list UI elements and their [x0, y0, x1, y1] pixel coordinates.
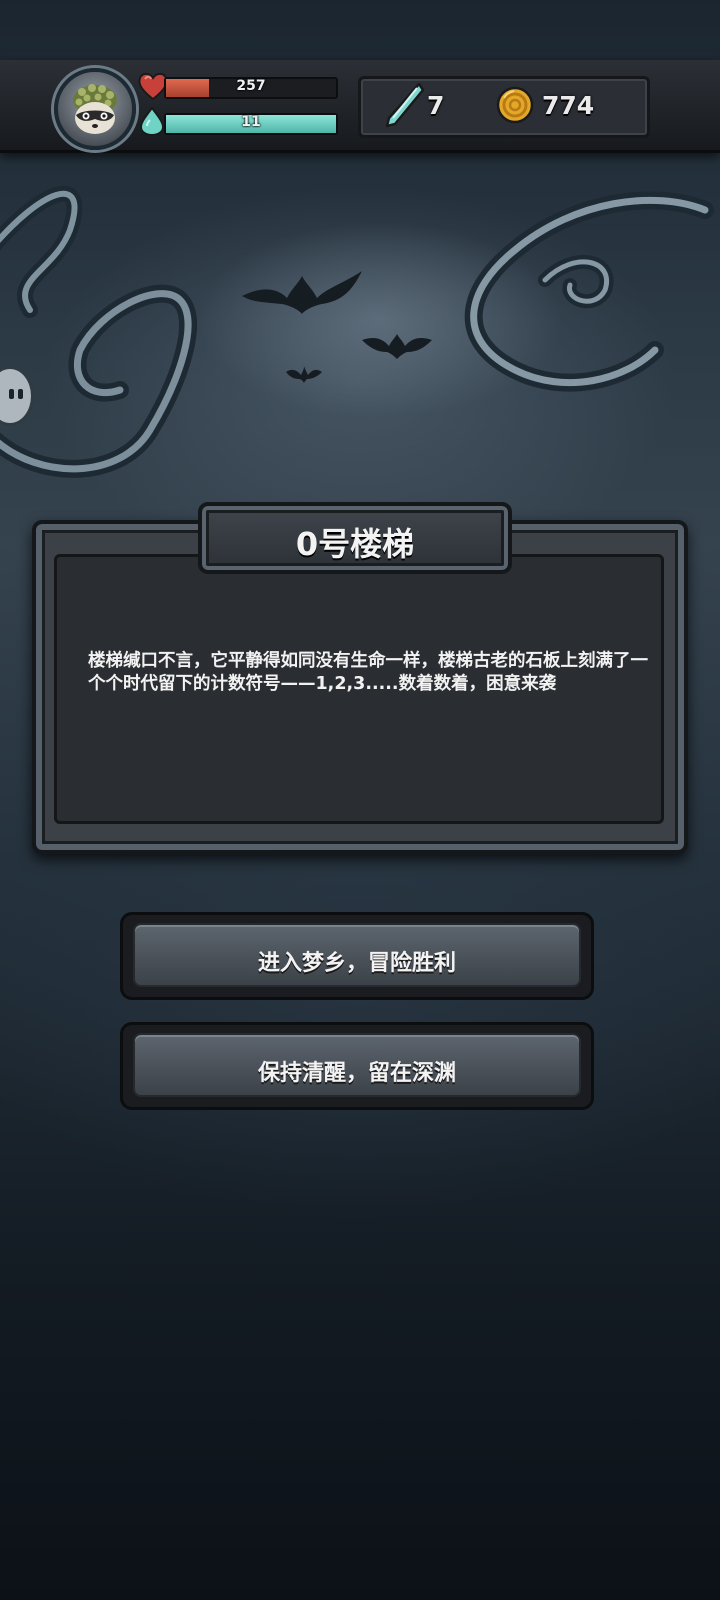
- choice-sleep-button[interactable]: 进入梦乡，冒险胜利: [120, 912, 594, 1000]
- mana-bar: 11: [164, 113, 338, 135]
- bat-icon: [286, 366, 322, 383]
- raccoon-avatar-icon: [73, 84, 117, 134]
- mana-value: 11: [241, 114, 261, 130]
- choice-button-face: 进入梦乡，冒险胜利: [133, 923, 581, 987]
- player-avatar[interactable]: [54, 68, 136, 150]
- resource-panel: 7 774: [358, 76, 650, 138]
- event-title: 0号楼梯: [295, 525, 415, 563]
- event-description: 楼梯缄口不言，它平静得如同没有生命一样，楼梯古老的石板上刻满了一个个时代留下的计…: [88, 651, 648, 694]
- coin-count: 774: [542, 91, 595, 120]
- choice-label: 保持清醒，留在深渊: [257, 1061, 456, 1086]
- crystal-icon: [385, 82, 425, 128]
- bat-icon: [242, 271, 362, 314]
- twisted-vine-left: [0, 185, 197, 478]
- hp-value: 257: [236, 78, 266, 94]
- twisted-vine-right: [464, 191, 714, 392]
- event-title-plate: 0号楼梯: [198, 502, 512, 574]
- hp-bar: 257: [164, 77, 338, 99]
- choice-label: 进入梦乡，冒险胜利: [257, 951, 456, 976]
- bat-icon: [362, 334, 432, 359]
- mana-drop-icon: [139, 106, 165, 136]
- crystal-count: 7: [427, 91, 445, 120]
- choice-stay-awake-button[interactable]: 保持清醒，留在深渊: [120, 1022, 594, 1110]
- choice-button-face: 保持清醒，留在深渊: [133, 1033, 581, 1097]
- coin-icon: [496, 86, 534, 124]
